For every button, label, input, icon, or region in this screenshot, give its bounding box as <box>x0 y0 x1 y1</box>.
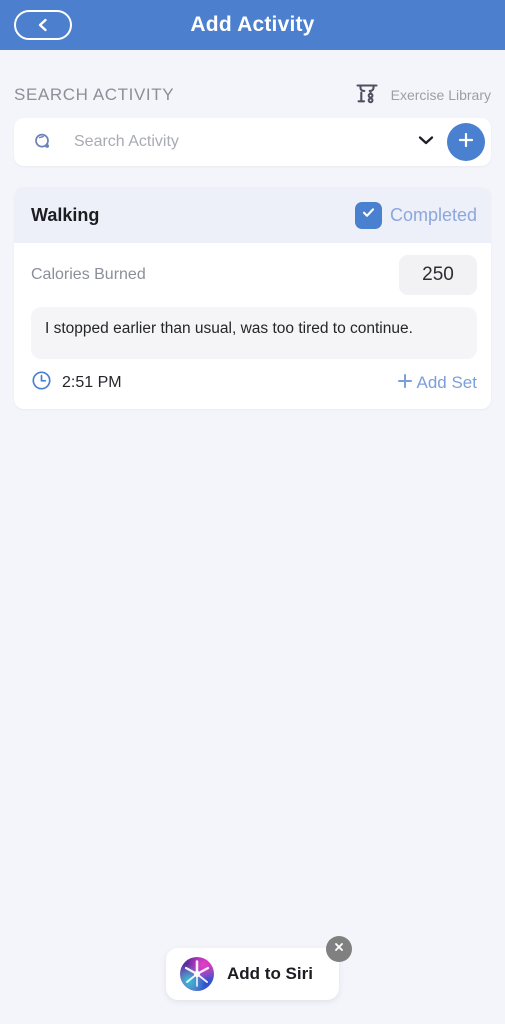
calories-burned-field[interactable] <box>399 255 477 295</box>
calories-burned-input[interactable] <box>399 255 477 295</box>
search-dropdown-button[interactable] <box>409 125 443 159</box>
siri-orb-icon <box>180 957 215 991</box>
add-set-button[interactable]: Add Set <box>395 371 478 396</box>
add-activity-button[interactable] <box>447 123 485 161</box>
completed-toggle[interactable]: Completed <box>354 201 477 229</box>
search-bar <box>14 118 491 166</box>
add-to-siri-label: Add to Siri <box>227 964 313 983</box>
calories-burned-row: Calories Burned <box>14 243 491 305</box>
activity-time-label: 2:51 PM <box>62 374 122 391</box>
search-section-header: SEARCH ACTIVITY Exercise Library <box>0 50 505 112</box>
chevron-left-icon <box>36 17 50 33</box>
close-icon <box>332 940 346 959</box>
siri-footer: Add to Siri <box>0 924 505 1024</box>
add-to-siri-button[interactable]: Add to Siri <box>166 948 339 1000</box>
chevron-down-icon <box>416 133 436 152</box>
exercise-library-link[interactable]: Exercise Library <box>352 78 491 113</box>
completed-checkbox[interactable] <box>354 201 382 229</box>
completed-label: Completed <box>389 204 477 225</box>
plus-icon <box>395 371 415 396</box>
plus-icon <box>456 130 476 155</box>
activity-card: Walking Completed Calories Burned I stop… <box>14 187 491 409</box>
search-section-label: SEARCH ACTIVITY <box>14 85 175 104</box>
calories-burned-label: Calories Burned <box>31 266 146 283</box>
siri-button-wrapper: Add to Siri <box>166 936 352 1000</box>
activity-card-footer: 2:51 PM Add Set <box>14 359 491 409</box>
activity-card-header: Walking Completed <box>14 187 491 243</box>
search-icon <box>30 131 56 153</box>
add-set-label: Add Set <box>416 373 478 392</box>
activity-time[interactable]: 2:51 PM <box>31 370 122 396</box>
nav-header: Add Activity <box>0 0 505 50</box>
search-input[interactable] <box>56 133 409 151</box>
exercise-library-label: Exercise Library <box>390 87 491 103</box>
checkmark-icon <box>360 204 377 226</box>
activity-name: Walking <box>31 204 100 225</box>
clock-icon <box>31 370 52 396</box>
close-siri-button[interactable] <box>325 936 352 962</box>
back-button[interactable] <box>14 10 72 40</box>
activity-note-text: I stopped earlier than usual, was too ti… <box>45 320 413 337</box>
gym-rack-icon <box>352 78 382 113</box>
page-title: Add Activity <box>190 13 315 36</box>
activity-note-box[interactable]: I stopped earlier than usual, was too ti… <box>31 307 477 359</box>
